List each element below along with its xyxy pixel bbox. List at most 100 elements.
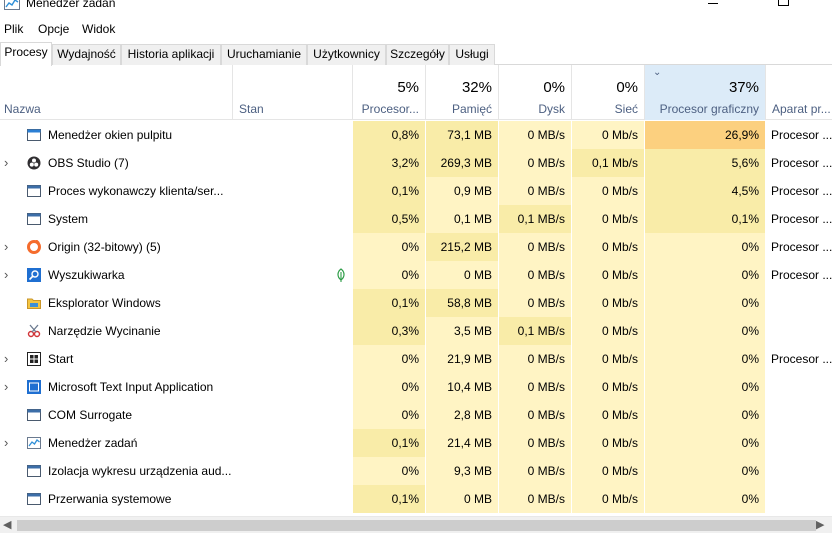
process-row[interactable]: › Wyszukiwarka 0% 0 MB 0 MB/s 0 Mb/s 0% Proceso… [0, 261, 832, 289]
header-network-percent: 0% [616, 79, 638, 96]
expand-chevron-icon[interactable]: › [4, 373, 16, 401]
menu-view[interactable]: Widok [81, 22, 116, 36]
process-row[interactable]: Narzędzie Wycinanie 0,3% 3,5 MB 0,1 MB/s 0 M… [0, 317, 832, 345]
cell-memory: 0 MB [425, 261, 498, 289]
cell-disk: 0 MB/s [498, 345, 571, 373]
menu-file[interactable]: Plik [3, 22, 24, 36]
process-row[interactable]: Przerwania systemowe 0,1% 0 MB 0 MB/s 0 Mb/s… [0, 485, 832, 513]
tab-services[interactable]: Usługi [449, 44, 495, 65]
column-headers: Nazwa Stan 5% Procesor... 32% Pamięć 0% … [0, 65, 832, 120]
cell-memory: 10,4 MB [425, 373, 498, 401]
cell-disk: 0 MB/s [498, 457, 571, 485]
process-row[interactable]: COM Surrogate 0% 2,8 MB 0 MB/s 0 Mb/s 0% [0, 401, 832, 429]
header-disk[interactable]: 0% Dysk [498, 65, 571, 120]
process-row[interactable]: › Menedżer zadań 0,1% 21,4 MB 0 MB/s 0 Mb/s 0% [0, 429, 832, 457]
cell-gpu-engine: Procesor ... [771, 156, 832, 170]
cell-gpu: 0% [644, 233, 765, 261]
header-gpu-engine[interactable]: Aparat pr... [765, 65, 832, 120]
process-row[interactable]: Eksplorator Windows 0,1% 58,8 MB 0 MB/s 0 Mb… [0, 289, 832, 317]
cell-memory: 2,8 MB [425, 401, 498, 429]
scroll-left-icon[interactable]: ◀ [3, 518, 11, 531]
cell-gpu-engine: Procesor ... [771, 352, 832, 366]
process-name: COM Surrogate [48, 408, 133, 422]
process-row[interactable]: › Origin (32-bitowy) (5) 0% 215,2 MB 0 MB/s 0… [0, 233, 832, 261]
cell-disk: 0 MB/s [498, 373, 571, 401]
header-network[interactable]: 0% Sieć [571, 65, 644, 120]
header-gpu-engine-label: Aparat pr... [772, 102, 831, 116]
header-disk-percent: 0% [543, 79, 565, 96]
cell-gpu-engine: Procesor ... [771, 128, 832, 142]
process-row[interactable]: Izolacja wykresu urządzenia aud... 0% 9,3 … [0, 457, 832, 485]
cell-memory: 0,1 MB [425, 205, 498, 233]
process-name: Przerwania systemowe [48, 492, 172, 506]
process-row[interactable]: › Microsoft Text Input Application 0% 10,4 … [0, 373, 832, 401]
maximize-button[interactable] [760, 0, 806, 12]
header-memory[interactable]: 32% Pamięć [425, 65, 498, 120]
cell-gpu: 0% [644, 457, 765, 485]
cell-cpu: 0% [352, 345, 425, 373]
process-name: OBS Studio (7) [48, 156, 129, 170]
header-gpu[interactable]: ⌄ 37% Procesor graficzny [644, 65, 765, 120]
cell-gpu: 0,1% [644, 205, 765, 233]
cell-network: 0 Mb/s [571, 429, 644, 457]
task-manager-icon [4, 0, 20, 10]
title-bar: Menedżer zadań [0, 0, 832, 18]
system-process-icon [27, 464, 41, 478]
search-app-icon [27, 268, 41, 282]
header-name-label: Nazwa [4, 102, 41, 116]
cell-disk: 0 MB/s [498, 233, 571, 261]
origin-icon [27, 239, 41, 254]
tab-app-history[interactable]: Historia aplikacji [121, 44, 221, 65]
tab-users[interactable]: Użytkownicy [307, 44, 386, 65]
horizontal-scrollbar[interactable]: ◀ ▶ [0, 516, 832, 533]
tab-details[interactable]: Szczegóły [386, 44, 449, 65]
expand-chevron-icon[interactable]: › [4, 261, 16, 289]
cell-gpu: 5,6% [644, 149, 765, 177]
menu-bar: Plik Opcje Widok [0, 20, 832, 40]
tab-performance[interactable]: Wydajność [52, 44, 121, 65]
header-cpu[interactable]: 5% Procesor... [352, 65, 425, 120]
header-gpu-label: Procesor graficzny [659, 102, 759, 116]
header-name[interactable]: Nazwa [0, 65, 232, 120]
process-row[interactable]: Menedżer okien pulpitu 0,8% 73,1 MB 0 MB/s 0… [0, 121, 832, 149]
cell-cpu: 0% [352, 401, 425, 429]
snipping-tool-icon [27, 324, 41, 338]
tab-processes[interactable]: Procesy [0, 42, 52, 66]
cell-network: 0 Mb/s [571, 317, 644, 345]
tab-startup[interactable]: Uruchamianie [221, 44, 307, 65]
cell-disk: 0 MB/s [498, 121, 571, 149]
expand-chevron-icon[interactable]: › [4, 429, 16, 457]
scroll-right-icon[interactable]: ▶ [816, 518, 824, 531]
process-name: Origin (32-bitowy) (5) [48, 240, 161, 254]
process-row[interactable]: › Start 0% 21,9 MB 0 MB/s 0 Mb/s 0% Procesor ..… [0, 345, 832, 373]
cell-disk: 0 MB/s [498, 485, 571, 513]
cell-gpu: 0% [644, 401, 765, 429]
cell-network: 0 Mb/s [571, 261, 644, 289]
process-name: Wyszukiwarka [48, 268, 125, 282]
desktop-window-manager-icon [27, 128, 41, 142]
file-explorer-icon [27, 296, 41, 310]
cell-memory: 0,9 MB [425, 177, 498, 205]
minimize-button[interactable] [690, 0, 736, 12]
process-name: Eksplorator Windows [48, 296, 161, 310]
scrollbar-thumb[interactable] [17, 520, 816, 531]
cell-memory: 58,8 MB [425, 289, 498, 317]
expand-chevron-icon[interactable]: › [4, 233, 16, 261]
cell-gpu: 0% [644, 317, 765, 345]
task-manager-icon [27, 436, 41, 450]
process-row[interactable]: › OBS Studio (7) 3,2% 269,3 MB 0 MB/s 0,1 Mb/… [0, 149, 832, 177]
cell-gpu-engine: Procesor ... [771, 212, 832, 226]
cell-gpu-engine: Procesor ... [771, 240, 832, 254]
process-row[interactable]: System 0,5% 0,1 MB 0,1 MB/s 0 Mb/s 0,1% Proces… [0, 205, 832, 233]
header-status[interactable]: Stan [232, 65, 352, 120]
text-input-icon [27, 380, 41, 394]
menu-options[interactable]: Opcje [37, 22, 70, 36]
cell-network: 0 Mb/s [571, 485, 644, 513]
cell-gpu: 0% [644, 429, 765, 457]
expand-chevron-icon[interactable]: › [4, 149, 16, 177]
process-row[interactable]: Proces wykonawczy klienta/ser... 0,1% 0,9 … [0, 177, 832, 205]
header-status-label: Stan [239, 102, 264, 116]
cell-cpu: 0,1% [352, 177, 425, 205]
cell-memory: 9,3 MB [425, 457, 498, 485]
expand-chevron-icon[interactable]: › [4, 345, 16, 373]
